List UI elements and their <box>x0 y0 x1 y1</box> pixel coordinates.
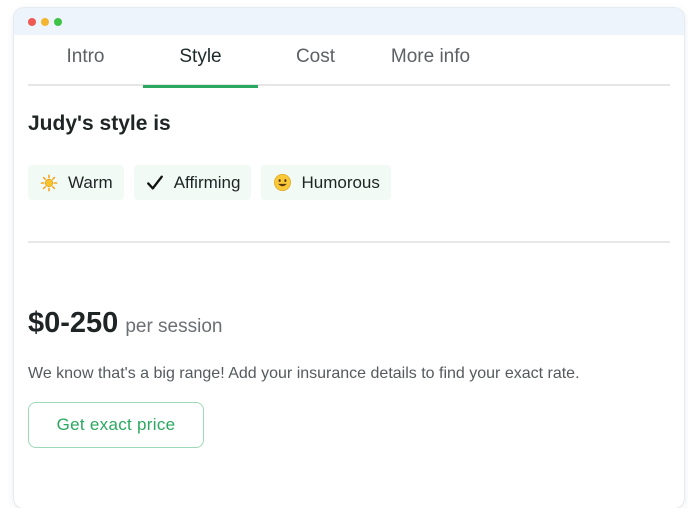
style-tag-label: Affirming <box>173 172 241 192</box>
style-tag-warm: Warm <box>28 165 124 200</box>
profile-tabs: Intro Style Cost More info <box>28 27 670 88</box>
tab-more-info[interactable]: More info <box>373 27 488 86</box>
style-tags: Warm Affirming Humorous <box>28 165 391 200</box>
style-tag-affirming: Affirming <box>133 165 252 200</box>
close-window-button[interactable] <box>28 17 36 26</box>
tab-cost[interactable]: Cost <box>258 27 373 86</box>
get-exact-price-button[interactable]: Get exact price <box>28 402 204 448</box>
sun-icon <box>39 173 59 193</box>
checkmark-icon <box>145 173 165 193</box>
style-heading: Judy's style is <box>28 112 171 135</box>
maximize-window-button[interactable] <box>54 17 62 26</box>
tab-style[interactable]: Style <box>143 27 258 88</box>
style-tag-humorous: Humorous <box>261 165 391 200</box>
minimize-window-button[interactable] <box>41 17 49 26</box>
price-row: $0-250 per session <box>28 307 222 340</box>
style-tag-label: Warm <box>68 172 113 192</box>
tab-intro[interactable]: Intro <box>28 27 143 86</box>
price-note: We know that's a big range! Add your ins… <box>28 365 580 382</box>
price-range: $0-250 <box>28 307 119 339</box>
smiley-icon <box>272 173 292 193</box>
price-unit: per session <box>125 316 223 337</box>
section-divider <box>28 241 670 243</box>
style-tag-label: Humorous <box>301 172 380 192</box>
